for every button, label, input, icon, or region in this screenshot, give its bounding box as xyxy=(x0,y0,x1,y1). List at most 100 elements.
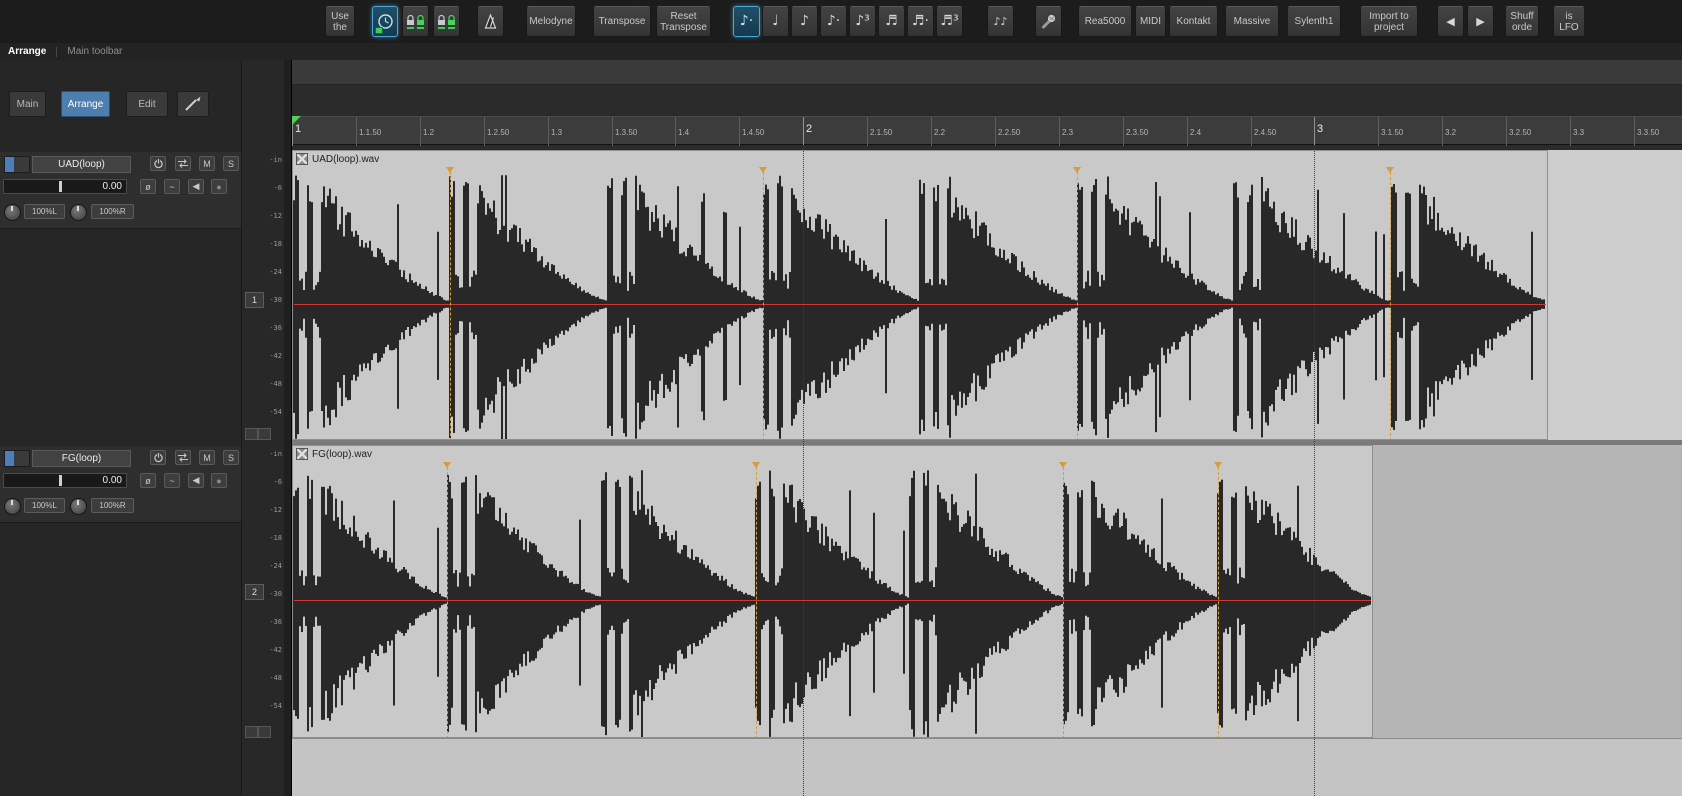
monitor-button[interactable]: ◀ xyxy=(188,179,204,194)
stretch-marker[interactable] xyxy=(752,462,760,737)
volume-fader[interactable]: 0.00 xyxy=(3,179,127,194)
panel-tab-arrange[interactable]: Arrange xyxy=(61,91,110,117)
nav-back-button[interactable]: ◀ xyxy=(1437,6,1464,37)
track-icon[interactable] xyxy=(4,156,30,173)
dock-tab-main-toolbar[interactable]: Main toolbar xyxy=(67,46,122,57)
grid-sixteenth-triplet-button[interactable]: ♬³ xyxy=(936,6,963,37)
grid-eighth-triplet-button[interactable]: ♪³ xyxy=(849,6,876,37)
grid-dotted-eighth-2-button[interactable]: ♪· xyxy=(820,6,847,37)
tab-label: Edit xyxy=(138,98,156,110)
ruler-tick xyxy=(548,117,549,146)
swing-notes-button[interactable]: ♪♪ xyxy=(987,6,1014,37)
empty-track-area[interactable] xyxy=(292,738,1682,796)
use-the-button[interactable]: Use the xyxy=(325,6,355,37)
record-arm-button[interactable]: ● xyxy=(211,473,227,488)
mute-button[interactable]: M xyxy=(199,450,215,465)
phase-button[interactable]: ø xyxy=(140,473,156,488)
track-icon[interactable] xyxy=(4,450,30,467)
sylenth1-button[interactable]: Sylenth1 xyxy=(1287,6,1341,37)
microphone-button[interactable] xyxy=(1035,6,1062,37)
stretch-marker[interactable] xyxy=(446,167,454,439)
lock-toggle-button-1[interactable] xyxy=(402,6,429,37)
timeline-ruler[interactable]: 1 1.1.50 1.2 1.2.50 1.3 1.3.50 1.4 1.4.50 2 2.1.5… xyxy=(292,116,1682,146)
melodyne-button[interactable]: Melodyne xyxy=(526,6,576,37)
phase-button[interactable]: ø xyxy=(140,179,156,194)
solo-button[interactable]: S xyxy=(223,450,239,465)
stretch-marker[interactable] xyxy=(1214,462,1222,737)
massive-button[interactable]: Massive xyxy=(1225,6,1279,37)
rea5000-button[interactable]: Rea5000 xyxy=(1078,6,1132,37)
midi-button[interactable]: MIDI xyxy=(1135,6,1166,37)
grid-dotted-eighth-button[interactable]: ♪· xyxy=(733,6,760,37)
track-cycle-button[interactable] xyxy=(175,450,191,465)
track-panel-1[interactable]: UAD(loop) M S 0.00 ø ~ ◀ ● 100%L 100%R xyxy=(0,152,241,229)
grid-eighth-note-button[interactable]: ♪ xyxy=(791,6,818,37)
arrange-view[interactable]: 1 1.1.50 1.2 1.2.50 1.3 1.3.50 1.4 1.4.50 2 2.1.5… xyxy=(292,60,1682,796)
mute-button[interactable]: M xyxy=(199,156,215,171)
lock-toggle-button-2[interactable] xyxy=(433,6,460,37)
reset-transpose-button[interactable]: Reset Transpose xyxy=(656,6,711,37)
pan-left-value: 100%L xyxy=(24,498,65,513)
cycle-arrows-icon xyxy=(178,159,188,168)
track-fx-mini-button[interactable] xyxy=(245,428,258,440)
stretch-marker[interactable] xyxy=(1386,167,1394,439)
pan-right-knob[interactable] xyxy=(70,204,87,221)
ruler-tick xyxy=(1314,117,1315,146)
pan-right-knob[interactable] xyxy=(70,498,87,515)
panel-tab-main[interactable]: Main xyxy=(9,91,46,117)
bar-grid-line xyxy=(803,145,804,796)
marker-flag[interactable] xyxy=(292,116,301,125)
volume-fader-handle[interactable] xyxy=(59,181,62,192)
grid-quarter-note-button[interactable]: ♩ xyxy=(762,6,789,37)
track-cycle-button[interactable] xyxy=(175,156,191,171)
grid-sixteenth-note-button[interactable]: ♬ xyxy=(878,6,905,37)
import-to-project-button[interactable]: Import to project xyxy=(1360,6,1418,37)
item-icon xyxy=(296,448,308,460)
track-fx-mini-button[interactable] xyxy=(245,726,258,738)
pan-left-knob[interactable] xyxy=(4,498,21,515)
ruler-tick xyxy=(867,117,868,146)
track-panel-2[interactable]: FG(loop) M S 0.00 ø ~ ◀ ● 100%L 100%R xyxy=(0,446,241,523)
track-name-field[interactable]: UAD(loop) xyxy=(32,156,131,173)
volume-fader[interactable]: 0.00 xyxy=(3,473,127,488)
track-env-mini-button[interactable] xyxy=(258,726,271,738)
stretch-marker[interactable] xyxy=(1073,167,1081,439)
volume-fader-handle[interactable] xyxy=(59,475,62,486)
envelope-button[interactable]: ~ xyxy=(164,473,180,488)
ruler-label: 2.3 xyxy=(1062,128,1074,137)
track-env-mini-button[interactable] xyxy=(258,428,271,440)
record-arm-button[interactable]: ● xyxy=(211,179,227,194)
button-label: Massive xyxy=(1233,16,1271,27)
panel-tab-edit[interactable]: Edit xyxy=(126,91,168,117)
media-item-uad-loop[interactable]: UAD(loop).wav xyxy=(292,150,1548,440)
track-control-panel: Main Arrange Edit UAD(loop) M S 0.00 ø ~… xyxy=(0,60,284,796)
pan-left-knob[interactable] xyxy=(4,204,21,221)
db-label: -48 xyxy=(269,380,282,388)
time-lock-button[interactable] xyxy=(372,6,398,37)
nav-forward-button[interactable]: ▶ xyxy=(1467,6,1494,37)
db-label: -42 xyxy=(269,646,282,654)
monitor-button[interactable]: ◀ xyxy=(188,473,204,488)
transpose-button[interactable]: Transpose xyxy=(593,6,651,37)
track-power-button[interactable] xyxy=(150,450,166,465)
is-lfo-button[interactable]: is LFO xyxy=(1553,6,1585,37)
track-number-2[interactable]: 2 xyxy=(245,584,264,600)
envelope-button[interactable]: ~ xyxy=(164,179,180,194)
solo-button[interactable]: S xyxy=(223,156,239,171)
shuffle-order-button[interactable]: Shuff orde xyxy=(1505,6,1539,37)
metronome-button[interactable] xyxy=(477,6,504,37)
volume-value: 0.00 xyxy=(102,181,122,192)
stretch-marker[interactable] xyxy=(443,462,451,737)
dock-tab-arrange[interactable]: Arrange xyxy=(8,46,46,57)
stretch-marker[interactable] xyxy=(1059,462,1067,737)
ruler-label: 3 xyxy=(1317,123,1324,135)
media-item-fg-loop[interactable]: FG(loop).wav xyxy=(292,445,1373,738)
panel-arrange-divider[interactable] xyxy=(284,60,292,796)
grid-sixteenth-dotted-button[interactable]: ♬· xyxy=(907,6,934,37)
kontakt-button[interactable]: Kontakt xyxy=(1169,6,1218,37)
theme-brush-button[interactable] xyxy=(177,91,209,117)
track-power-button[interactable] xyxy=(150,156,166,171)
track-number-1[interactable]: 1 xyxy=(245,292,264,308)
stretch-marker[interactable] xyxy=(759,167,767,439)
track-name-field[interactable]: FG(loop) xyxy=(32,450,131,467)
